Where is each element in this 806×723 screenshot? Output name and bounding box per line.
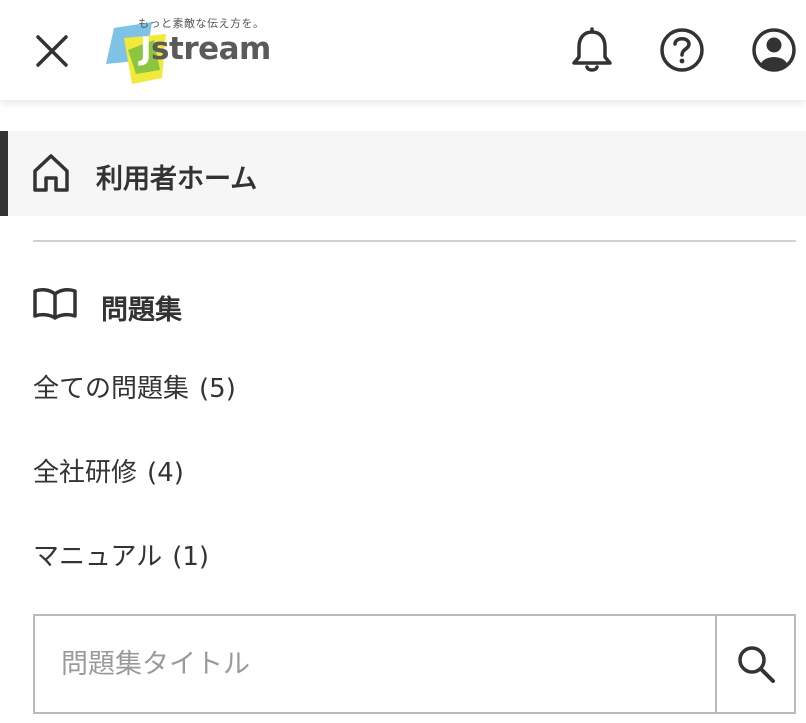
section-heading-question-sets: 問題集 <box>33 280 433 328</box>
close-icon <box>36 35 68 67</box>
nav-divider <box>33 240 796 242</box>
book-icon <box>33 288 77 320</box>
menu-link-label: マニュアル <box>33 542 163 572</box>
search-icon <box>737 646 775 683</box>
notifications-button[interactable] <box>568 26 616 74</box>
logo-stream: stream <box>151 31 271 67</box>
nav-item-home-label: 利用者ホーム <box>96 164 258 195</box>
search-input[interactable] <box>35 616 715 712</box>
logo-j: J <box>140 31 152 67</box>
menu-link-label: 全社研修 <box>33 458 138 488</box>
close-menu-button[interactable] <box>28 27 76 75</box>
account-icon <box>752 28 796 72</box>
bell-icon <box>572 27 612 72</box>
nav-item-home[interactable]: 利用者ホーム <box>0 131 806 216</box>
help-icon <box>660 28 704 72</box>
menu-link-count: (4) <box>147 458 184 488</box>
menu-link-label: 全ての問題集 <box>33 374 190 404</box>
logo-tagline: もっと素敵な伝え方を。 <box>138 17 265 30</box>
menu-link-manual[interactable]: マニュアル (1) <box>33 539 209 575</box>
help-button[interactable] <box>658 26 706 74</box>
menu-link-all-sets[interactable]: 全ての問題集 (5) <box>33 371 236 407</box>
section-heading-label: 問題集 <box>101 295 182 326</box>
home-icon <box>33 154 69 192</box>
jstream-logo[interactable]: もっと素敵な伝え方を。 Jstream <box>102 12 271 88</box>
logo-wordmark: Jstream <box>140 34 271 65</box>
search-button[interactable] <box>715 616 794 712</box>
account-button[interactable] <box>750 26 798 74</box>
app-header: もっと素敵な伝え方を。 Jstream <box>0 0 806 100</box>
menu-link-count: (5) <box>199 374 236 404</box>
menu-link-company-training[interactable]: 全社研修 (4) <box>33 455 184 491</box>
menu-link-count: (1) <box>172 542 210 572</box>
search-form <box>33 614 796 714</box>
